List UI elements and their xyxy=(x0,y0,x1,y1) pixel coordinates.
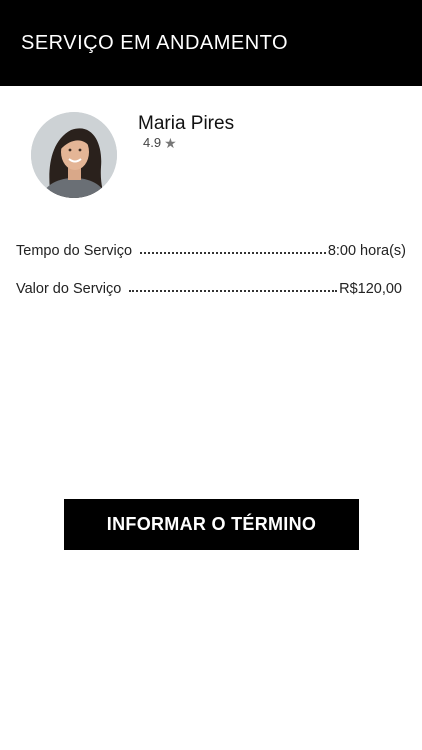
star-icon: ★ xyxy=(164,134,177,151)
app-header: SERVIÇO EM ANDAMENTO xyxy=(0,0,422,86)
service-price-label: Valor do Serviço xyxy=(16,281,122,297)
dotted-leader xyxy=(140,251,326,254)
rating-value: 4.9 xyxy=(143,135,162,150)
service-time-value: 8:00 hora(s) xyxy=(327,243,406,259)
service-price-row: Valor do Serviço R$120,00 xyxy=(16,275,402,297)
finish-service-button[interactable]: INFORMAR O TÉRMINO xyxy=(64,499,359,550)
service-time-row: Tempo do Serviço 8:00 hora(s) xyxy=(16,237,406,259)
service-time-label: Tempo do Serviço xyxy=(16,243,133,259)
page-title: SERVIÇO EM ANDAMENTO xyxy=(21,32,289,54)
avatar-photo xyxy=(31,112,117,198)
dotted-leader xyxy=(129,289,338,292)
avatar xyxy=(31,112,117,198)
rating: 4.9 ★ xyxy=(143,135,177,150)
service-price-value: R$120,00 xyxy=(339,281,402,297)
provider-name: Maria Pires xyxy=(138,113,235,134)
